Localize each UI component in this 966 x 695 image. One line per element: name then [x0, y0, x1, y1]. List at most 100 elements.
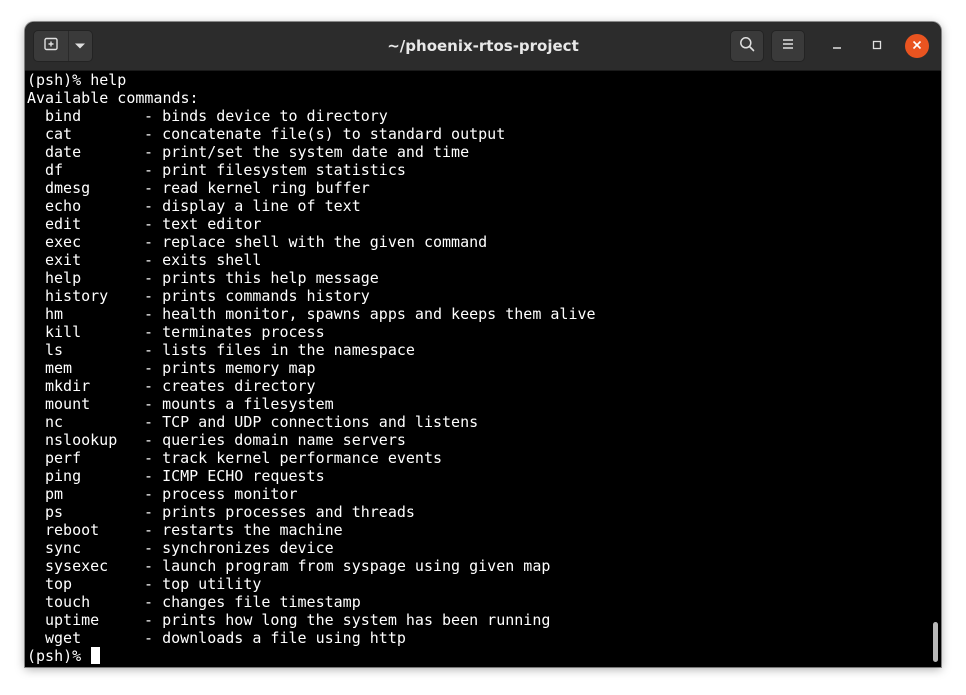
command-description: track kernel performance events [162, 449, 443, 467]
command-row: pm - process monitor [27, 485, 941, 503]
commands-heading: Available commands: [27, 89, 199, 107]
command-description: read kernel ring buffer [162, 179, 370, 197]
command-name: dmesg [45, 179, 91, 197]
command-description: display a line of text [162, 197, 361, 215]
command-separator: - [144, 557, 163, 575]
command-description: downloads a file using http [162, 629, 406, 647]
command-description: replace shell with the given command [162, 233, 488, 251]
text-cursor [91, 647, 101, 664]
command-row: bind - binds device to directory [27, 107, 941, 125]
command-name: kill [45, 323, 82, 341]
command-name: touch [45, 593, 91, 611]
command-description: TCP and UDP connections and listens [162, 413, 479, 431]
command-row: df - print filesystem statistics [27, 161, 941, 179]
search-button[interactable] [730, 30, 764, 62]
command-name: uptime [45, 611, 100, 629]
command-separator: - [144, 467, 163, 485]
command-row: mem - prints memory map [27, 359, 941, 377]
prompt-line: (psh)% help [27, 71, 127, 89]
command-separator: - [144, 287, 163, 305]
command-row: ps - prints processes and threads [27, 503, 941, 521]
command-row: history - prints commands history [27, 287, 941, 305]
command-name: edit [45, 215, 82, 233]
command-separator: - [144, 341, 163, 359]
maximize-button[interactable] [865, 34, 889, 58]
close-button[interactable] [905, 34, 929, 58]
command-separator: - [144, 179, 163, 197]
command-row: echo - display a line of text [27, 197, 941, 215]
command-name: help [45, 269, 82, 287]
command-name: reboot [45, 521, 100, 539]
new-tab-dropdown-button[interactable] [68, 31, 92, 61]
command-row: ping - ICMP ECHO requests [27, 467, 941, 485]
command-description: binds device to directory [162, 107, 388, 125]
command-row: nc - TCP and UDP connections and listens [27, 413, 941, 431]
command-separator: - [144, 323, 163, 341]
command-separator: - [144, 161, 163, 179]
command-description: synchronizes device [162, 539, 334, 557]
active-prompt-line[interactable]: (psh)% [27, 647, 941, 665]
command-name: ps [45, 503, 64, 521]
command-description: prints commands history [162, 287, 370, 305]
command-description: print filesystem statistics [162, 161, 406, 179]
command-description: print/set the system date and time [162, 143, 470, 161]
command-name: top [45, 575, 73, 593]
command-name: perf [45, 449, 82, 467]
command-row: edit - text editor [27, 215, 941, 233]
scrollbar-thumb[interactable] [933, 622, 938, 662]
command-row: ls - lists files in the namespace [27, 341, 941, 359]
command-row: dmesg - read kernel ring buffer [27, 179, 941, 197]
hamburger-menu-icon [781, 37, 795, 55]
title-bar: ~/phoenix-rtos-project [25, 22, 941, 71]
maximize-icon [872, 37, 882, 55]
command-separator: - [144, 395, 163, 413]
command-separator: - [144, 539, 163, 557]
command-description: launch program from syspage using given … [162, 557, 551, 575]
command-name: history [45, 287, 109, 305]
command-name: ping [45, 467, 82, 485]
command-row: kill - terminates process [27, 323, 941, 341]
active-prompt: (psh)% [27, 647, 91, 665]
command-name: df [45, 161, 64, 179]
command-separator: - [144, 575, 163, 593]
command-name: mount [45, 395, 91, 413]
close-icon [912, 37, 922, 55]
command-separator: - [144, 215, 163, 233]
command-description: lists files in the namespace [162, 341, 415, 359]
command-description: queries domain name servers [162, 431, 406, 449]
minimize-icon [832, 37, 842, 55]
command-row: exec - replace shell with the given comma… [27, 233, 941, 251]
command-separator: - [144, 521, 163, 539]
command-separator: - [144, 107, 163, 125]
command-separator: - [144, 377, 163, 395]
command-name: mkdir [45, 377, 91, 395]
command-separator: - [144, 485, 163, 503]
new-tab-button[interactable] [34, 31, 69, 61]
terminal-window: ~/phoenix-rtos-project (psh)% help Avail… [25, 22, 941, 667]
command-description: ICMP ECHO requests [162, 467, 325, 485]
command-separator: - [144, 629, 163, 647]
command-row: reboot - restarts the machine [27, 521, 941, 539]
menu-button[interactable] [771, 30, 805, 62]
command-description: creates directory [162, 377, 316, 395]
command-description: terminates process [162, 323, 325, 341]
command-separator: - [144, 233, 163, 251]
command-row: exit - exits shell [27, 251, 941, 269]
command-name: pm [45, 485, 64, 503]
command-separator: - [144, 125, 163, 143]
command-row: top - top utility [27, 575, 941, 593]
minimize-button[interactable] [825, 34, 849, 58]
terminal-output[interactable]: (psh)% help Available commands: bind - bi… [25, 71, 941, 667]
command-name: exit [45, 251, 82, 269]
command-separator: - [144, 503, 163, 521]
command-description: concatenate file(s) to standard output [162, 125, 506, 143]
command-description: prints how long the system has been runn… [162, 611, 551, 629]
search-icon [739, 36, 755, 57]
command-separator: - [144, 269, 163, 287]
command-row: perf - track kernel performance events [27, 449, 941, 467]
command-description: prints memory map [162, 359, 316, 377]
command-row: date - print/set the system date and time [27, 143, 941, 161]
command-row: cat - concatenate file(s) to standard out… [27, 125, 941, 143]
command-description: process monitor [162, 485, 298, 503]
command-row: wget - downloads a file using http [27, 629, 941, 647]
